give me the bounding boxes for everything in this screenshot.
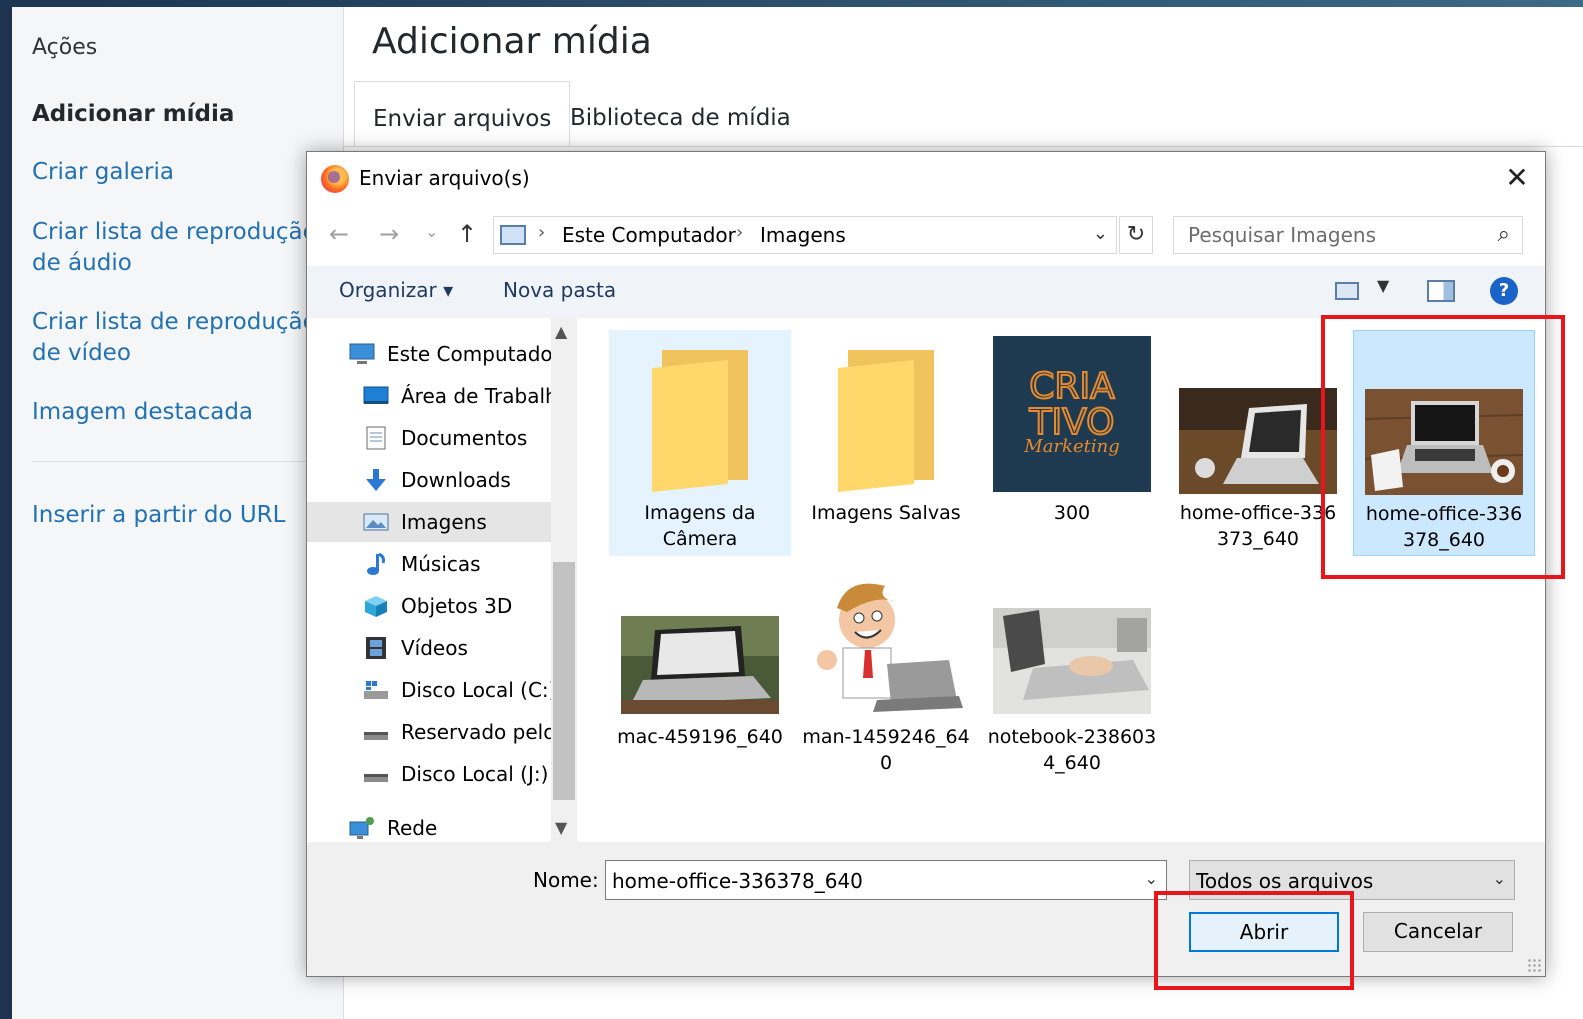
- sidebar-item-insert-from-url[interactable]: Inserir a partir do URL: [32, 500, 322, 531]
- tree-scrollbar[interactable]: ▲ ▼: [551, 318, 577, 842]
- drive-reserved-icon: [364, 732, 388, 740]
- file-item-300[interactable]: CRIA TIVO Marketing 300: [981, 330, 1163, 556]
- sidebar-item-audio-playlist[interactable]: Criar lista de reprodução de áudio: [32, 217, 322, 279]
- cancel-button[interactable]: Cancelar: [1363, 912, 1513, 952]
- notebook-typing-photo: [993, 608, 1151, 714]
- laptop-desk-photo: [1179, 388, 1337, 494]
- organize-button[interactable]: Organizar ▾: [339, 278, 453, 302]
- file-item-saved-pictures[interactable]: Imagens Salvas: [795, 330, 977, 556]
- tab-media-library[interactable]: Biblioteca de mídia: [552, 81, 809, 147]
- tree-item-desktop[interactable]: Área de Trabalho: [307, 376, 551, 416]
- pictures-icon: [363, 513, 389, 531]
- recent-locations-icon[interactable]: ⌄: [425, 222, 438, 241]
- page-title: Adicionar mídia: [372, 21, 652, 62]
- file-name-label: Nome:: [533, 868, 599, 892]
- view-dropdown-icon[interactable]: ▼: [1377, 276, 1389, 295]
- search-placeholder: Pesquisar Imagens: [1188, 223, 1376, 247]
- cartoon-man-thumbnail: [807, 568, 965, 718]
- file-item-man-1459246[interactable]: man-1459246_64 0: [795, 562, 977, 788]
- sidebar-item-add-media[interactable]: Adicionar mídia: [32, 101, 234, 127]
- documents-icon: [366, 426, 386, 450]
- svg-text:CRIA: CRIA: [1029, 366, 1115, 407]
- resize-grip-icon[interactable]: [1527, 958, 1541, 972]
- tree-item-videos[interactable]: Vídeos: [307, 628, 551, 668]
- back-button[interactable]: ←: [329, 220, 349, 248]
- forward-button[interactable]: →: [379, 220, 399, 248]
- videos-icon: [366, 637, 386, 659]
- pictures-location-icon: [500, 225, 526, 245]
- firefox-icon: [321, 165, 349, 193]
- tree-item-3d-objects[interactable]: Objetos 3D: [307, 586, 551, 626]
- folder-icon: [652, 350, 748, 492]
- window-top-bar: [0, 0, 1583, 7]
- breadcrumb-this-pc[interactable]: Este Computador: [562, 223, 736, 247]
- sidebar-item-featured-image[interactable]: Imagem destacada: [32, 397, 322, 428]
- dialog-title: Enviar arquivo(s): [359, 166, 530, 190]
- tree-item-downloads[interactable]: Downloads: [307, 460, 551, 500]
- tree-item-drive-j[interactable]: Disco Local (J:): [307, 754, 551, 794]
- chevron-down-icon[interactable]: ⌄: [1093, 223, 1108, 244]
- actions-heading: Ações: [32, 35, 98, 60]
- scroll-down-icon[interactable]: ▼: [555, 818, 567, 837]
- sidebar-divider: [32, 461, 332, 462]
- highlight-open-button: [1154, 891, 1354, 990]
- up-folder-button[interactable]: ↑: [457, 220, 477, 248]
- downloads-icon: [366, 469, 386, 491]
- file-type-value: Todos os arquivos: [1196, 869, 1374, 893]
- search-icon: ⌕: [1497, 222, 1510, 247]
- tree-item-this-pc[interactable]: Este Computador: [307, 334, 551, 374]
- mac-laptop-photo: [621, 616, 779, 714]
- svg-text:Marketing: Marketing: [1023, 436, 1119, 457]
- network-icon: [349, 817, 374, 839]
- address-bar[interactable]: › Este Computador › Imagens ⌄: [493, 216, 1117, 254]
- search-input[interactable]: Pesquisar Imagens ⌕: [1173, 216, 1523, 254]
- chevron-down-icon[interactable]: ⌄: [1145, 869, 1158, 888]
- drive-j-icon: [364, 774, 388, 782]
- chevron-down-icon[interactable]: ⌄: [1493, 869, 1506, 888]
- file-item-camera-roll[interactable]: Imagens da Câmera: [609, 330, 791, 556]
- criativo-logo-thumbnail: CRIA TIVO Marketing: [993, 336, 1151, 492]
- media-actions-sidebar: Ações Adicionar mídia Criar galeria Cria…: [12, 7, 344, 1019]
- tree-item-reserved[interactable]: Reservado pelo Sistema: [307, 712, 551, 752]
- view-options-icon[interactable]: [1335, 282, 1359, 300]
- tab-upload-files[interactable]: Enviar arquivos: [354, 81, 571, 147]
- file-item-notebook-2386034[interactable]: notebook-238603 4_640: [981, 562, 1163, 788]
- desktop-icon: [363, 386, 389, 404]
- file-name-input[interactable]: home-office-336378_640 ⌄: [605, 860, 1167, 900]
- tabs-divider: [344, 146, 1583, 147]
- dialog-footer: Nome: home-office-336378_640 ⌄ Todos os …: [307, 842, 1545, 976]
- navigation-bar: ← → ⌄ ↑ › Este Computador › Imagens ⌄ ↻ …: [307, 210, 1545, 266]
- breadcrumb-pictures[interactable]: Imagens: [760, 223, 846, 247]
- preview-pane-icon[interactable]: [1427, 280, 1455, 302]
- scrollbar-thumb[interactable]: [553, 562, 575, 800]
- file-item-mac-459196[interactable]: mac-459196_640: [609, 562, 791, 788]
- tree-item-drive-c[interactable]: Disco Local (C:): [307, 670, 551, 710]
- folder-tree: Este Computador Área de Trabalho Documen…: [307, 318, 577, 842]
- sidebar-item-create-gallery[interactable]: Criar galeria: [32, 157, 322, 188]
- refresh-button[interactable]: ↻: [1119, 216, 1153, 254]
- computer-icon: [349, 343, 375, 364]
- breadcrumb-chevron-icon: ›: [538, 222, 546, 243]
- scroll-up-icon[interactable]: ▲: [555, 322, 567, 341]
- drive-c-icon: [364, 681, 388, 699]
- file-name-value: home-office-336378_640: [612, 869, 863, 893]
- new-folder-button[interactable]: Nova pasta: [503, 278, 616, 302]
- close-button[interactable]: ✕: [1501, 162, 1533, 194]
- command-toolbar: Organizar ▾ Nova pasta ▼ ?: [307, 266, 1545, 318]
- objects-3d-icon: [365, 596, 387, 617]
- sidebar-item-video-playlist[interactable]: Criar lista de reprodução de vídeo: [32, 307, 322, 369]
- folder-icon: [838, 350, 934, 492]
- music-icon: [367, 552, 385, 575]
- tree-item-music[interactable]: Músicas: [307, 544, 551, 584]
- highlight-selected-file: [1321, 315, 1565, 579]
- help-icon[interactable]: ?: [1490, 277, 1518, 305]
- tree-item-pictures[interactable]: Imagens: [307, 502, 551, 542]
- breadcrumb-chevron-icon: ›: [736, 222, 744, 243]
- tree-item-documents[interactable]: Documentos: [307, 418, 551, 458]
